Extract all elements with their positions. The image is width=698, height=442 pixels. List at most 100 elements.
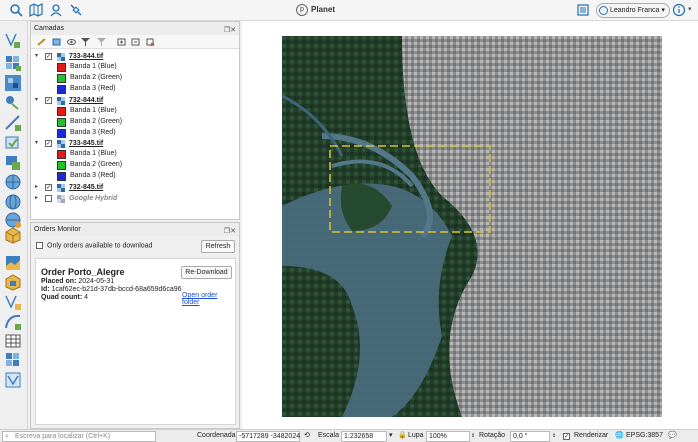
remove-layer-icon[interactable] xyxy=(146,38,155,46)
layer-checkbox[interactable]: ✓ xyxy=(45,140,52,147)
magnifier-label: Lupa xyxy=(408,432,424,439)
filter-icon[interactable] xyxy=(81,38,90,46)
box-icon[interactable] xyxy=(4,226,22,244)
spinner-icon[interactable]: ⇕ xyxy=(471,430,475,442)
chevron-down-icon[interactable]: ▾ xyxy=(35,138,38,149)
user-icon xyxy=(599,6,608,15)
map-book-icon[interactable] xyxy=(29,3,43,17)
vector-digitize-icon[interactable] xyxy=(4,31,22,49)
rotation-field[interactable]: 0,0 ° xyxy=(510,431,550,442)
grid-3-icon[interactable] xyxy=(4,351,22,369)
messages-icon[interactable]: 💬 xyxy=(668,430,677,442)
layer-checkbox[interactable]: ✓ xyxy=(45,53,52,60)
chevron-right-icon[interactable]: ▸ xyxy=(35,182,38,193)
layer-row[interactable]: ▸ ✓ 732-845.tif xyxy=(31,182,239,193)
layer-row[interactable]: ▸ Google Hybrid xyxy=(31,193,239,204)
band-swatch xyxy=(57,107,66,116)
layer-checkbox[interactable] xyxy=(45,195,52,202)
close-icon[interactable]: ✕ xyxy=(230,27,236,34)
raster-layer-icon xyxy=(57,97,65,105)
layer-name: 732-844.tif xyxy=(69,97,104,104)
layer-name: 733-845.tif xyxy=(69,140,104,147)
chevron-down-icon[interactable]: ▾ xyxy=(35,51,38,62)
scale-label: Escala xyxy=(318,432,340,439)
globe-2-icon[interactable] xyxy=(4,193,22,211)
band-label: Banda 1 (Blue) xyxy=(70,150,117,157)
layers-panel-header: Camadas ❐✕ xyxy=(31,22,239,35)
crs-label[interactable]: EPSG:3857 xyxy=(626,430,663,442)
globe-icon[interactable] xyxy=(4,173,22,191)
spinner-icon[interactable]: ⇕ xyxy=(552,430,556,442)
close-icon[interactable]: ✕ xyxy=(230,228,236,235)
chevron-down-icon[interactable]: ▾ xyxy=(35,95,38,106)
raster-layer-icon xyxy=(57,140,65,148)
band-swatch xyxy=(57,63,66,72)
raster-layer-icon xyxy=(57,195,65,203)
raster-layer-icon xyxy=(57,184,65,192)
grid-icon[interactable] xyxy=(4,54,22,72)
layer-row[interactable]: ▾ ✓ 733-844.tif xyxy=(31,51,239,62)
only-orders-checkbox[interactable]: Only orders available to download xyxy=(36,242,152,249)
user-pin-icon[interactable] xyxy=(49,3,63,17)
polygon-check-icon[interactable] xyxy=(4,134,22,152)
add-group-icon[interactable] xyxy=(52,38,61,46)
user-menu-button[interactable]: Leandro Franca ▾ xyxy=(596,3,670,18)
magnifier-field[interactable]: 100% xyxy=(426,431,470,442)
mosaic-icon[interactable] xyxy=(4,74,22,92)
node-icon[interactable] xyxy=(4,94,22,112)
placed-value: 2024-05-31 xyxy=(78,278,115,285)
refresh-button[interactable]: Refresh xyxy=(201,240,235,253)
band-label: Banda 2 (Green) xyxy=(70,161,123,168)
expand-all-icon[interactable] xyxy=(117,38,126,46)
scale-field[interactable]: 1:232658 xyxy=(341,431,387,442)
render-label: Renderizar xyxy=(574,432,609,439)
render-checkbox[interactable]: ✓ xyxy=(563,433,570,440)
orders-icon[interactable] xyxy=(576,3,590,17)
quad-value: 4 xyxy=(84,294,89,301)
line-icon[interactable] xyxy=(4,114,22,132)
search-icon[interactable] xyxy=(9,3,23,17)
band-label: Banda 1 (Blue) xyxy=(70,107,117,114)
open-order-folder-link[interactable]: Open order folder xyxy=(182,292,235,306)
order-title: Order Porto_Alegre xyxy=(41,267,125,277)
chevron-down-icon[interactable]: ▾ xyxy=(688,5,692,13)
box-2-icon[interactable] xyxy=(4,273,22,291)
layer-name: 733-844.tif xyxy=(69,53,104,60)
orders-monitor-panel: Orders Monitor ❐✕ Only orders available … xyxy=(30,222,240,429)
locator-search-input[interactable]: ⌕ Escreva para localizar (Ctrl+K) xyxy=(2,431,156,442)
layer-row[interactable]: ▾ ✓ 733-845.tif xyxy=(31,138,239,149)
coordinate-field[interactable]: -5717289 -3482024 xyxy=(236,431,300,442)
id-value: 1caf62ec-b21d-37db-bccd-68a659d6ca96 xyxy=(51,286,182,293)
eye-icon[interactable] xyxy=(67,38,76,46)
app-title: Planet xyxy=(311,5,336,14)
crs-globe-icon[interactable]: 🌐 xyxy=(615,430,624,442)
layers-panel: Camadas ❐✕ ▾ ✓ 733-844.tif Banda 1 (Blue… xyxy=(30,21,240,220)
filter-2-icon[interactable] xyxy=(97,38,106,46)
chevron-down-icon[interactable]: ▾ xyxy=(389,430,393,442)
checkbox[interactable] xyxy=(36,242,43,249)
vector-3-icon[interactable] xyxy=(4,371,22,389)
chevron-right-icon[interactable]: ▸ xyxy=(35,193,38,204)
curve-icon[interactable] xyxy=(4,313,22,331)
table-icon[interactable] xyxy=(4,332,22,350)
info-icon[interactable] xyxy=(672,3,686,17)
collapse-all-icon[interactable] xyxy=(131,38,140,46)
scale-lock-icon[interactable]: ⟲ xyxy=(304,430,310,442)
band-swatch xyxy=(57,150,66,159)
vector-2-icon[interactable] xyxy=(4,293,22,311)
planet-logo: p xyxy=(296,4,308,16)
layer-checkbox[interactable]: ✓ xyxy=(45,184,52,191)
layer-tree: ▾ ✓ 733-844.tif Banda 1 (Blue) Banda 2 (… xyxy=(31,49,239,219)
placed-label: Placed on: xyxy=(41,278,77,285)
redownload-button[interactable]: Re-Download xyxy=(181,266,232,279)
satellite-mosaic[interactable] xyxy=(282,36,662,417)
map-canvas[interactable] xyxy=(242,21,698,429)
buffer-icon[interactable] xyxy=(4,154,22,172)
layer-row[interactable]: ▾ ✓ 732-844.tif xyxy=(31,95,239,106)
raster-icon[interactable] xyxy=(4,254,22,272)
style-brush-icon[interactable] xyxy=(37,38,46,46)
satellite-icon[interactable] xyxy=(69,3,83,17)
band-swatch xyxy=(57,74,66,83)
layer-checkbox[interactable]: ✓ xyxy=(45,97,52,104)
lock-icon[interactable]: 🔒 xyxy=(398,430,407,442)
